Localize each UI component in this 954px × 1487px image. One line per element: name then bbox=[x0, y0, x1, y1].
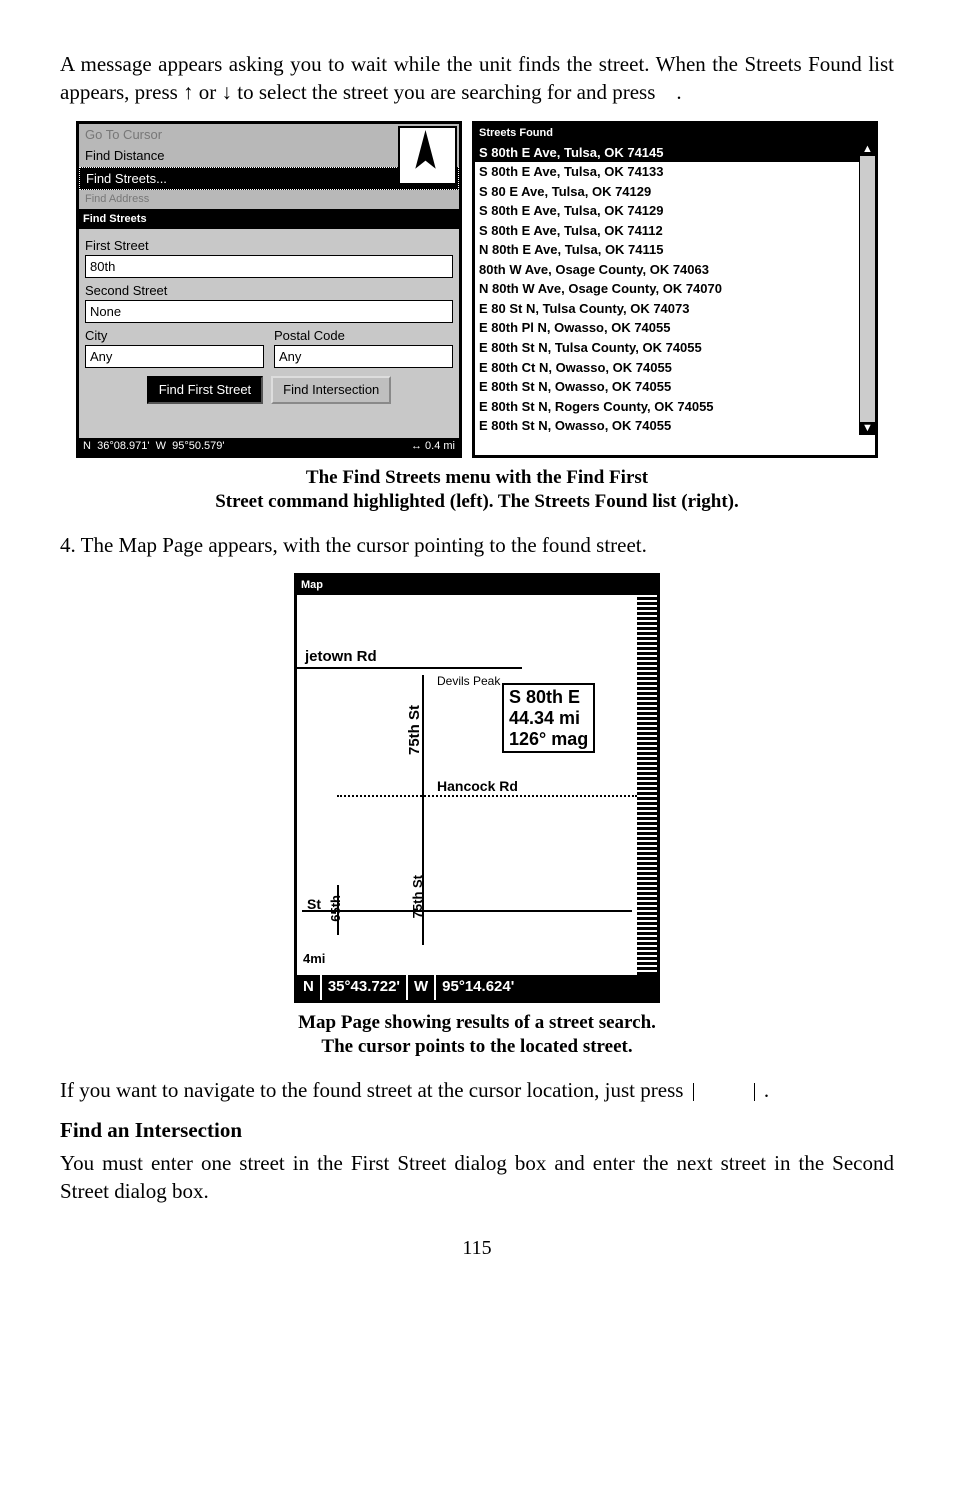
intro-text-c: to select the street you are searching f… bbox=[232, 80, 655, 104]
street-list-item[interactable]: N 80th E Ave, Tulsa, OK 74115 bbox=[475, 240, 859, 260]
hancock-rd-label: Hancock Rd bbox=[437, 777, 518, 796]
section-heading: Find an Intersection bbox=[60, 1116, 894, 1144]
status-bar: N 36°08.971' W 95°50.579' ↔ 0.4 mi bbox=[79, 438, 459, 455]
street-list-item[interactable]: E 80th St N, Tulsa County, OK 74055 bbox=[475, 338, 859, 358]
street-list-item[interactable]: S 80th E Ave, Tulsa, OK 74129 bbox=[475, 201, 859, 221]
street-list-item[interactable]: E 80th St N, Owasso, OK 74055 bbox=[475, 377, 859, 397]
caption-1a: The Find Streets menu with the Find Firs… bbox=[306, 467, 648, 488]
streets-found-list[interactable]: S 80th E Ave, Tulsa, OK 74145S 80th E Av… bbox=[475, 143, 859, 435]
highway-icon bbox=[637, 595, 657, 975]
jetown-rd-label: jetown Rd bbox=[305, 647, 377, 667]
map-canvas[interactable]: jetown Rd Devils Peak S 80th E 44.34 mi … bbox=[297, 595, 657, 975]
map-status-n: N bbox=[297, 975, 322, 999]
status-n: N bbox=[83, 440, 91, 452]
figure-2-caption: Map Page showing results of a street sea… bbox=[60, 1011, 894, 1060]
find-streets-screen: Go To Cursor Find Distance Find Streets.… bbox=[76, 121, 462, 458]
first-street-input[interactable]: 80th bbox=[85, 255, 453, 279]
find-streets-form: First Street 80th Second Street None Cit… bbox=[79, 229, 459, 438]
caption-2a: Map Page showing results of a street sea… bbox=[298, 1012, 656, 1033]
city-input[interactable]: Any bbox=[85, 345, 264, 369]
75th-st-label-2: 75th St bbox=[409, 875, 427, 918]
info-line-3: 126° mag bbox=[509, 729, 588, 750]
key-placeholder bbox=[693, 1083, 755, 1101]
figure-1-caption: The Find Streets menu with the Find Firs… bbox=[60, 466, 894, 515]
st-label: St bbox=[307, 895, 321, 914]
nav-text-a: If you want to navigate to the found str… bbox=[60, 1078, 683, 1102]
devils-peak-label: Devils Peak bbox=[437, 673, 500, 689]
vertical-scrollbar[interactable]: ▲ ▼ bbox=[859, 143, 875, 435]
info-line-2: 44.34 mi bbox=[509, 708, 588, 729]
map-status-bar: N 35°43.722' W 95°14.624' bbox=[297, 975, 657, 999]
scroll-up-icon[interactable]: ▲ bbox=[860, 143, 875, 156]
street-list-item[interactable]: E 80th St N, Owasso, OK 74055 bbox=[475, 416, 859, 434]
figure-row-1: Go To Cursor Find Distance Find Streets.… bbox=[60, 121, 894, 458]
status-scale: 0.4 mi bbox=[425, 440, 455, 452]
status-lon: 95°50.579' bbox=[172, 440, 224, 452]
step-4-text: 4. The Map Page appears, with the cursor… bbox=[60, 531, 894, 559]
first-street-label: First Street bbox=[85, 237, 453, 255]
navigate-paragraph: If you want to navigate to the found str… bbox=[60, 1076, 894, 1104]
status-lat: 36°08.971' bbox=[97, 440, 149, 452]
down-arrow-icon: ↓ bbox=[222, 80, 233, 104]
street-list-item[interactable]: S 80 E Ave, Tulsa, OK 74129 bbox=[475, 182, 859, 202]
map-status-w: W bbox=[408, 975, 436, 999]
caption-1b: Street command highlighted (left). The S… bbox=[215, 491, 739, 512]
status-w: W bbox=[156, 440, 166, 452]
street-list-item[interactable]: E 80th Pl N, Owasso, OK 74055 bbox=[475, 318, 859, 338]
find-first-street-button[interactable]: Find First Street bbox=[147, 376, 263, 404]
street-list-item[interactable]: S 80th E Ave, Tulsa, OK 74133 bbox=[475, 162, 859, 182]
intro-text-b: or bbox=[194, 80, 222, 104]
65th-label: 65th bbox=[327, 895, 345, 922]
up-arrow-icon: ↑ bbox=[183, 80, 194, 104]
street-list-item[interactable]: 80th W Ave, Osage County, OK 74063 bbox=[475, 260, 859, 280]
map-titlebar: Map bbox=[297, 576, 657, 595]
intro-text-d: . bbox=[676, 80, 681, 104]
map-scale-label: 4mi bbox=[303, 950, 325, 968]
streets-found-screen: Streets Found S 80th E Ave, Tulsa, OK 74… bbox=[472, 121, 878, 458]
second-street-label: Second Street bbox=[85, 282, 453, 300]
street-list-item[interactable]: E 80th Ct N, Owasso, OK 74055 bbox=[475, 358, 859, 378]
nav-text-b: . bbox=[764, 1078, 769, 1102]
city-label: City bbox=[85, 327, 264, 345]
page-number: 115 bbox=[60, 1235, 894, 1262]
intro-paragraph: A message appears asking you to wait whi… bbox=[60, 50, 894, 107]
intersection-paragraph: You must enter one street in the First S… bbox=[60, 1149, 894, 1206]
map-status-lat: 35°43.722' bbox=[322, 975, 408, 999]
road-line bbox=[302, 910, 632, 912]
street-list-item[interactable]: N 80th W Ave, Osage County, OK 74070 bbox=[475, 279, 859, 299]
street-list-item[interactable]: E 80 St N, Tulsa County, OK 74073 bbox=[475, 299, 859, 319]
streets-found-titlebar: Streets Found bbox=[475, 124, 875, 143]
scroll-down-icon[interactable]: ▼ bbox=[860, 422, 875, 435]
street-list-item[interactable]: S 80th E Ave, Tulsa, OK 74145 bbox=[475, 143, 859, 163]
street-list-item[interactable]: S 80th E Ave, Tulsa, OK 74112 bbox=[475, 221, 859, 241]
location-info-box: S 80th E 44.34 mi 126° mag bbox=[502, 683, 595, 753]
scale-icon: ↔ bbox=[411, 440, 422, 452]
road-line bbox=[297, 667, 522, 669]
map-status-lon: 95°14.624' bbox=[436, 975, 657, 999]
find-streets-titlebar: Find Streets bbox=[79, 210, 459, 229]
second-street-input[interactable]: None bbox=[85, 300, 453, 324]
caption-2b: The cursor points to the located street. bbox=[321, 1036, 632, 1057]
street-list-item[interactable]: E 80th St N, Rogers County, OK 74055 bbox=[475, 397, 859, 417]
postal-code-label: Postal Code bbox=[274, 327, 453, 345]
compass-icon bbox=[398, 126, 457, 185]
find-intersection-button[interactable]: Find Intersection bbox=[271, 376, 391, 404]
map-screen: Map jetown Rd Devils Peak S 80th E 44.34… bbox=[294, 573, 660, 1002]
info-line-1: S 80th E bbox=[509, 687, 588, 708]
menu-find-address[interactable]: Find Address bbox=[79, 190, 459, 209]
75th-st-label: 75th St bbox=[405, 705, 425, 755]
figure-2: Map jetown Rd Devils Peak S 80th E 44.34… bbox=[60, 573, 894, 1002]
postal-code-input[interactable]: Any bbox=[274, 345, 453, 369]
